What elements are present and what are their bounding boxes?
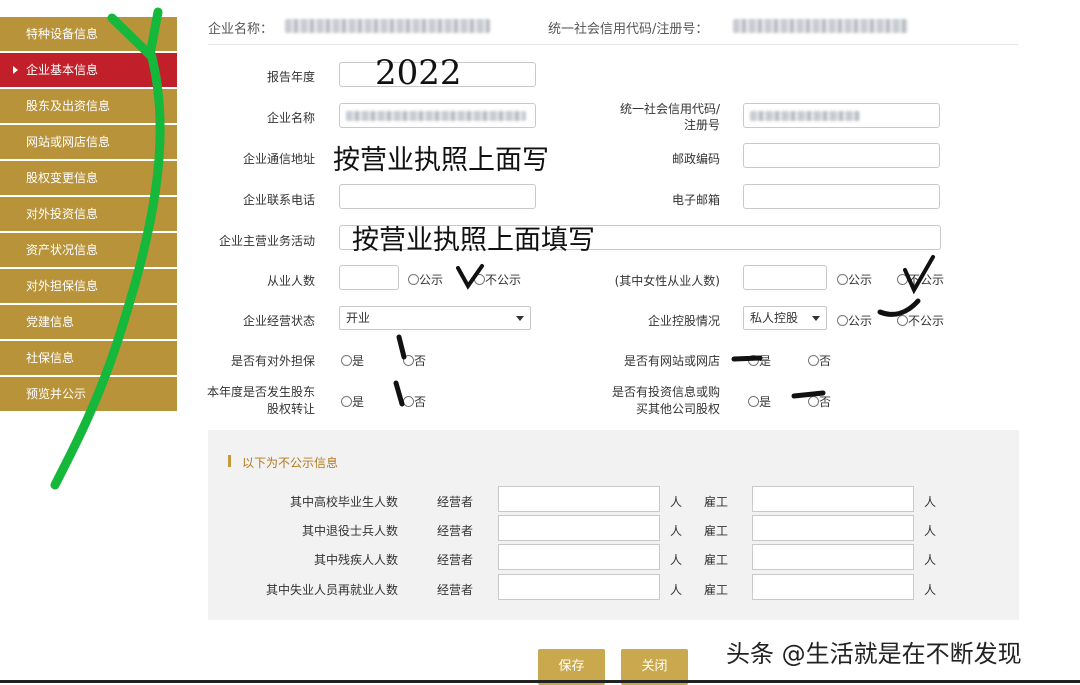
stroke-mark-icon (731, 355, 763, 362)
check-mark-icon (903, 255, 935, 295)
green-arrow-icon (50, 45, 165, 490)
scribble-mark-icon (877, 298, 921, 317)
stroke-mark-icon (791, 390, 826, 399)
check-mark-icon (456, 264, 484, 290)
stroke-mark-icon (393, 380, 405, 407)
green-arrow-head-icon (107, 7, 163, 60)
annotation-marks (50, 7, 935, 490)
stroke-mark-icon (396, 334, 407, 360)
